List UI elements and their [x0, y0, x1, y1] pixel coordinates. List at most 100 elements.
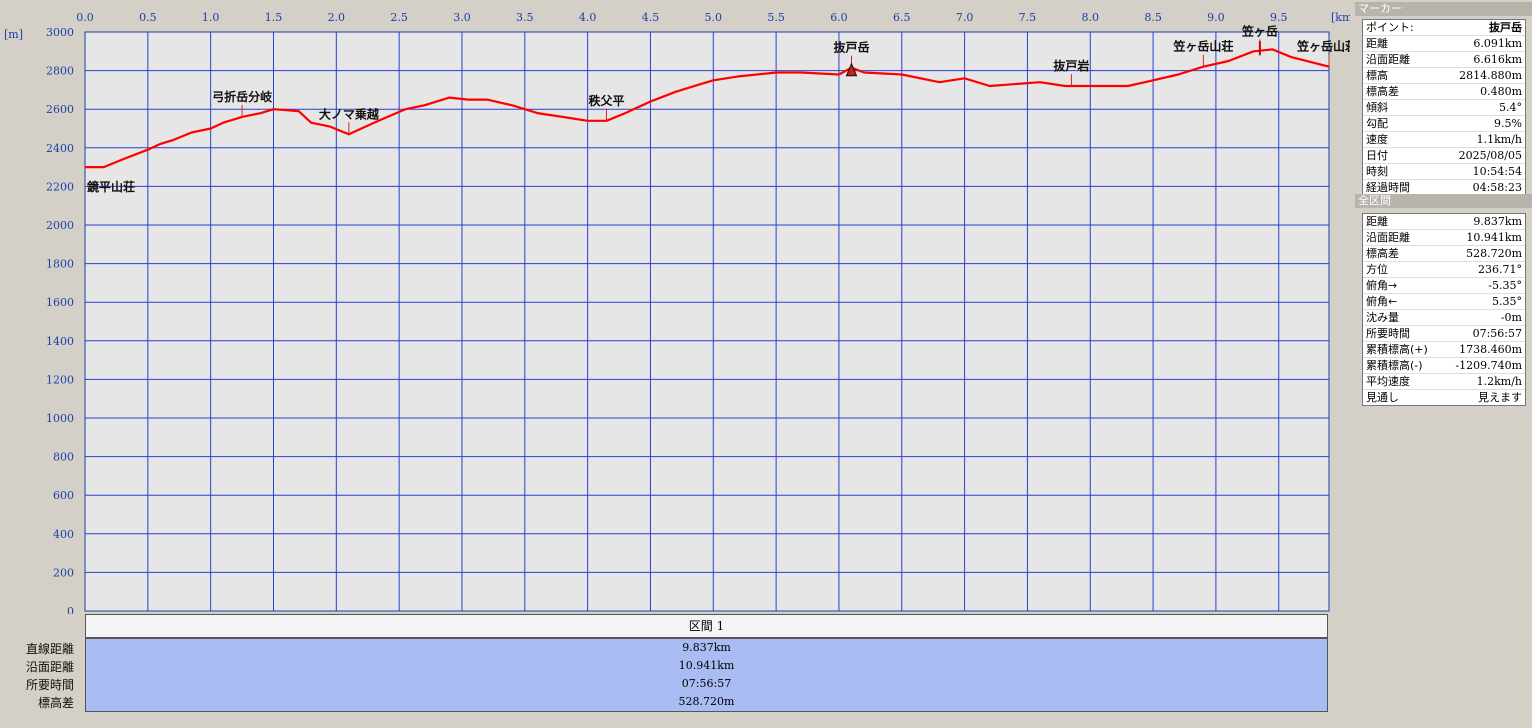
- x-axis-label: [km]: [1331, 11, 1350, 24]
- total-key: 俯角←: [1366, 295, 1398, 308]
- landmark-label: 抜戸岳: [833, 40, 869, 55]
- marker-value: 抜戸岳: [1489, 21, 1522, 34]
- profile-plot[interactable]: 0.0 0.5 1.0 1.5 2.0 2.5 3.0 3.5 4.0 4.5 5.0 5.5 6.0 6…: [0, 0, 1350, 614]
- total-value: 1.2km/h: [1476, 375, 1522, 388]
- section-label-2: 所要時間: [25, 678, 74, 692]
- y-tick-label: 2800: [46, 65, 74, 78]
- marker-row: 日付 2025/08/05: [1363, 148, 1525, 164]
- section-value-2: 07:56:57: [681, 677, 732, 690]
- marker-info-table: ポイント: 抜戸岳 距離 6.091km 沿面距離 6.616km 標高 2814.88…: [1362, 19, 1526, 196]
- x-tick-label: 2.0: [328, 11, 346, 24]
- total-value: -0m: [1500, 311, 1522, 324]
- total-row: 見通し 見えます: [1363, 390, 1525, 405]
- section-label-0: 直線距離: [25, 642, 74, 656]
- y-tick-label: 1600: [46, 296, 74, 309]
- section-value-1: 10.941km: [678, 659, 735, 672]
- x-tick-label: 4.5: [642, 11, 660, 24]
- marker-key: 標高: [1366, 69, 1388, 82]
- marker-value: 6.091km: [1473, 37, 1522, 50]
- total-key: 見通し: [1366, 391, 1399, 404]
- landmark-label: 秩父平: [588, 93, 624, 108]
- total-row: 所要時間 07:56:57: [1363, 326, 1525, 342]
- landmark-label: 笠ヶ岳: [1241, 23, 1278, 38]
- y-tick-label: 1200: [46, 373, 74, 386]
- total-key: 沿面距離: [1366, 231, 1410, 244]
- y-axis-label: [m]: [4, 28, 23, 41]
- x-tick-label: 0.5: [139, 11, 157, 24]
- total-info-table: 距離 9.837km 沿面距離 10.941km 標高差 528.720m 方位 236…: [1362, 213, 1526, 406]
- total-row: 距離 9.837km: [1363, 214, 1525, 230]
- y-tick-label: 800: [53, 451, 74, 464]
- marker-key: 距離: [1366, 37, 1388, 50]
- section-values: 9.837km 10.941km 07:56:57 528.720m: [85, 638, 1328, 712]
- marker-key: 速度: [1366, 133, 1388, 146]
- x-tick-label: 3.0: [453, 11, 471, 24]
- marker-value: 2814.880m: [1459, 69, 1522, 82]
- landmark-label: 笠ヶ岳山荘: [1296, 39, 1350, 54]
- landmark-label: 鏡平山荘: [86, 179, 135, 194]
- section-header: 区間 1: [85, 614, 1328, 638]
- total-key: 平均速度: [1366, 375, 1410, 388]
- marker-value: 04:58:23: [1472, 181, 1522, 194]
- y-tick-label: 200: [53, 566, 74, 579]
- total-key: 累積標高(-): [1366, 359, 1423, 372]
- y-tick-label: 2400: [46, 142, 74, 155]
- marker-key: ポイント:: [1366, 21, 1414, 34]
- section-value-3: 528.720m: [678, 695, 735, 708]
- total-value: 見えます: [1478, 391, 1522, 404]
- total-key: 沈み量: [1366, 311, 1399, 324]
- x-tick-label: 8.5: [1144, 11, 1162, 24]
- marker-row: 速度 1.1km/h: [1363, 132, 1525, 148]
- marker-row: 標高差 0.480m: [1363, 84, 1525, 100]
- marker-value: 9.5%: [1494, 117, 1522, 130]
- y-tick-label: 400: [53, 528, 74, 541]
- marker-value: 10:54:54: [1472, 165, 1522, 178]
- marker-key: 沿面距離: [1366, 53, 1410, 66]
- marker-key: 経過時間: [1366, 181, 1410, 194]
- marker-key: 標高差: [1366, 85, 1399, 98]
- x-tick-label: 1.5: [265, 11, 283, 24]
- total-row: 平均速度 1.2km/h: [1363, 374, 1525, 390]
- landmark-label: 抜戸岩: [1053, 58, 1089, 73]
- marker-row: 時刻 10:54:54: [1363, 164, 1525, 180]
- plot-background: [84, 31, 1330, 612]
- marker-value: 1.1km/h: [1476, 133, 1522, 146]
- x-tick-label: 5.0: [705, 11, 723, 24]
- x-tick-label: 8.0: [1082, 11, 1100, 24]
- landmark-label: 弓折岳分岐: [212, 89, 273, 104]
- total-key: 距離: [1366, 215, 1388, 228]
- x-tick-label: 9.0: [1207, 11, 1225, 24]
- total-key: 俯角→: [1366, 279, 1398, 292]
- total-value: 10.941km: [1466, 231, 1522, 244]
- x-tick-label: 4.0: [579, 11, 597, 24]
- total-row: 俯角← 5.35°: [1363, 294, 1525, 310]
- total-value: 1738.460m: [1459, 343, 1522, 356]
- total-row: 累積標高(+) 1738.460m: [1363, 342, 1525, 358]
- marker-row: 標高 2814.880m: [1363, 68, 1525, 84]
- x-tick-label: 9.5: [1270, 11, 1288, 24]
- total-value: -5.35°: [1488, 279, 1522, 292]
- x-tick-label: 7.5: [1019, 11, 1037, 24]
- y-tick-label: 1800: [46, 258, 74, 271]
- total-value: 236.71°: [1478, 263, 1522, 276]
- y-tick-label: 1400: [46, 335, 74, 348]
- y-tick-label: 2000: [46, 219, 74, 232]
- marker-key: 日付: [1366, 149, 1388, 162]
- marker-row: ポイント: 抜戸岳: [1363, 20, 1525, 36]
- total-row: 標高差 528.720m: [1363, 246, 1525, 262]
- total-key: 所要時間: [1366, 327, 1410, 340]
- total-value: -1209.740m: [1455, 359, 1522, 372]
- total-row: 沈み量 -0m: [1363, 310, 1525, 326]
- section-labels: 直線距離 沿面距離 所要時間 標高差: [0, 640, 82, 712]
- total-key: 累積標高(+): [1366, 343, 1428, 356]
- total-row: 俯角→ -5.35°: [1363, 278, 1525, 294]
- marker-row: 経過時間 04:58:23: [1363, 180, 1525, 195]
- x-tick-label: 0.0: [76, 11, 94, 24]
- y-tick-label: 3000: [46, 26, 74, 39]
- y-tick-label: 2200: [46, 180, 74, 193]
- marker-panel-title: マーカー: [1355, 2, 1532, 16]
- marker-value: 6.616km: [1473, 53, 1522, 66]
- total-value: 07:56:57: [1472, 327, 1522, 340]
- total-key: 方位: [1366, 263, 1388, 276]
- marker-row: 沿面距離 6.616km: [1363, 52, 1525, 68]
